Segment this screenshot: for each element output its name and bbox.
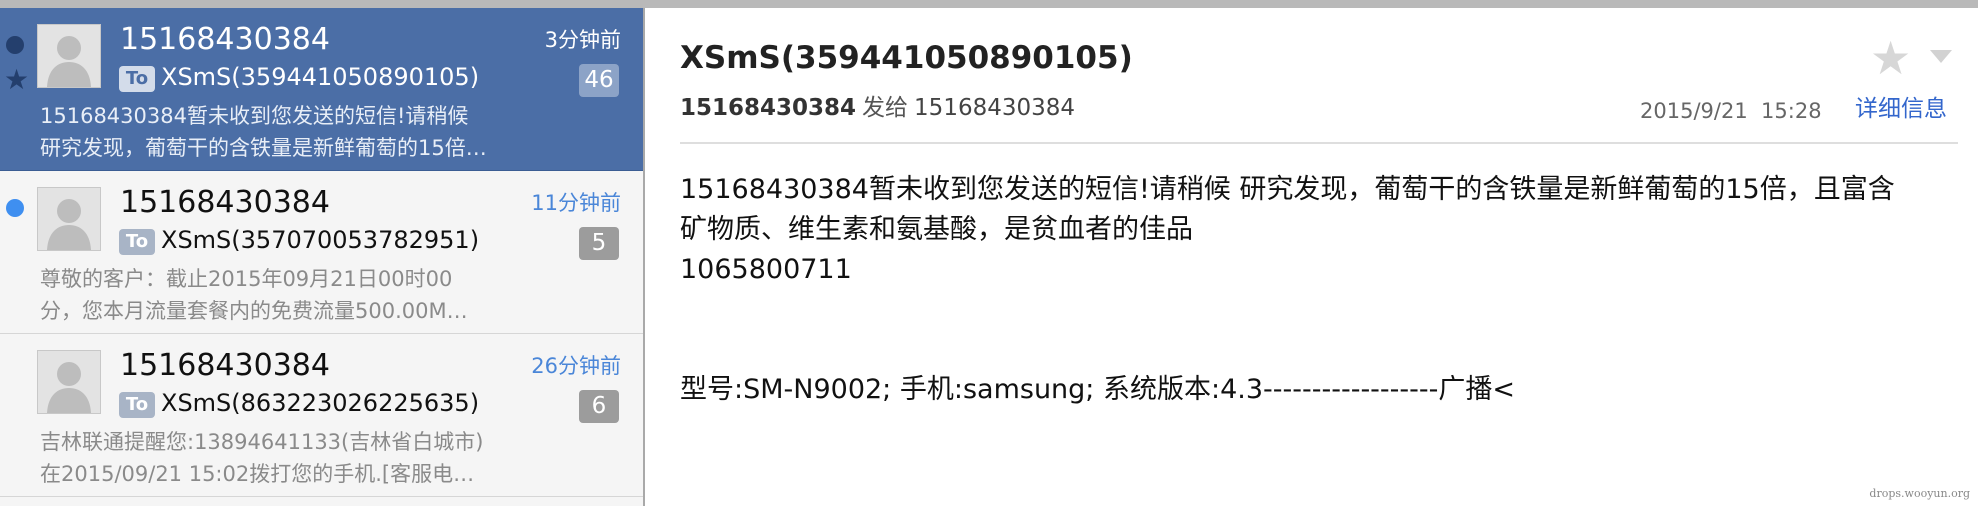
recipient-name: XSmS(357070053782951) — [161, 226, 480, 254]
message-reader: XSmS(359441050890105) ★ 15168430384 发给 151… — [645, 8, 1978, 506]
avatar — [37, 24, 101, 88]
thread-count-badge: 46 — [579, 64, 619, 97]
thread-count-badge: 5 — [579, 227, 619, 260]
watermark: drops.wooyun.org — [1869, 487, 1970, 500]
date-value: 2015/9/21 — [1640, 99, 1748, 123]
message-time: 26分钟前 — [531, 354, 621, 378]
preview-line: 分，您本月流量套餐内的免费流量500.00M… — [40, 299, 468, 323]
person-silhouette-icon — [38, 188, 100, 250]
avatar — [37, 187, 101, 251]
body-line: 15168430384暂未收到您发送的短信!请稍候 研究发现，葡萄干的含铁量是新… — [680, 174, 1895, 205]
time-value: 15:28 — [1761, 99, 1822, 123]
body-line: 矿物质、维生素和氨基酸，是贫血者的佳品 — [680, 214, 1193, 245]
to-address[interactable]: 15168430384 — [914, 95, 1075, 121]
to-badge: To — [119, 229, 155, 255]
person-silhouette-icon — [38, 25, 100, 87]
avatar — [37, 350, 101, 414]
body-line: 1065800711 — [680, 254, 852, 285]
message-time: 3分钟前 — [544, 28, 621, 52]
sender-name: 15168430384 — [120, 22, 330, 57]
header-divider — [680, 142, 1958, 144]
preview-line: 15168430384暂未收到您发送的短信!请稍候 — [40, 104, 469, 128]
message-list-item[interactable]: ★ 15168430384 3分钟前 To XSmS(3594410508901… — [0, 8, 643, 171]
message-preview: 吉林联通提醒您:13894641133(吉林省白城市) 在2015/09/21 … — [40, 426, 560, 490]
message-date: 2015/9/21 15:28 — [1640, 96, 1822, 126]
recipient-name: XSmS(359441050890105) — [161, 63, 480, 91]
message-preview: 尊敬的客户：截止2015年09月21日00时00 分，您本月流量套餐内的免费流量… — [40, 263, 560, 327]
from-address[interactable]: 15168430384 — [680, 95, 856, 121]
body-blank-line — [680, 290, 1960, 330]
message-subject: XSmS(359441050890105) — [680, 40, 1133, 76]
preview-line: 尊敬的客户：截止2015年09月21日00时00 — [40, 267, 453, 291]
star-icon[interactable]: ★ — [1870, 33, 1911, 83]
message-list-item[interactable]: 15168430384 11分钟前 To XSmS(35707005378295… — [0, 171, 643, 334]
message-preview: 15168430384暂未收到您发送的短信!请稍候 研究发现，葡萄干的含铁量是新… — [40, 100, 560, 164]
read-status-dot — [6, 36, 24, 54]
sender-name: 15168430384 — [120, 185, 330, 220]
window-top-bar — [0, 0, 1978, 8]
sent-to-label: 发给 — [862, 95, 909, 121]
message-list: ★ 15168430384 3分钟前 To XSmS(3594410508901… — [0, 8, 645, 506]
details-link[interactable]: 详细信息 — [1855, 92, 1947, 126]
to-badge: To — [119, 392, 155, 418]
person-silhouette-icon — [38, 351, 100, 413]
from-line: 15168430384 发给 15168430384 — [680, 91, 1075, 125]
body-line: 型号:SM-N9002; 手机:samsung; 系统版本:4.3-------… — [680, 374, 1516, 405]
thread-count-badge: 6 — [579, 390, 619, 423]
chevron-down-icon[interactable] — [1930, 50, 1952, 63]
preview-line: 吉林联通提醒您:13894641133(吉林省白城市) — [40, 430, 484, 454]
message-list-item[interactable]: 15168430384 26分钟前 To XSmS(86322302622563… — [0, 334, 643, 497]
preview-line: 研究发现，葡萄干的含铁量是新鲜葡萄的15倍… — [40, 136, 487, 160]
message-body: 15168430384暂未收到您发送的短信!请稍候 研究发现，葡萄干的含铁量是新… — [680, 170, 1960, 410]
recipient-name: XSmS(863223026225635) — [161, 389, 480, 417]
message-time: 11分钟前 — [531, 191, 621, 215]
to-badge: To — [119, 66, 155, 92]
preview-line: 在2015/09/21 15:02拨打您的手机.[客服电… — [40, 462, 475, 486]
sender-name: 15168430384 — [120, 348, 330, 383]
body-blank-line — [680, 330, 1960, 370]
star-flag-icon[interactable]: ★ — [4, 66, 29, 94]
unread-status-dot — [6, 199, 24, 217]
